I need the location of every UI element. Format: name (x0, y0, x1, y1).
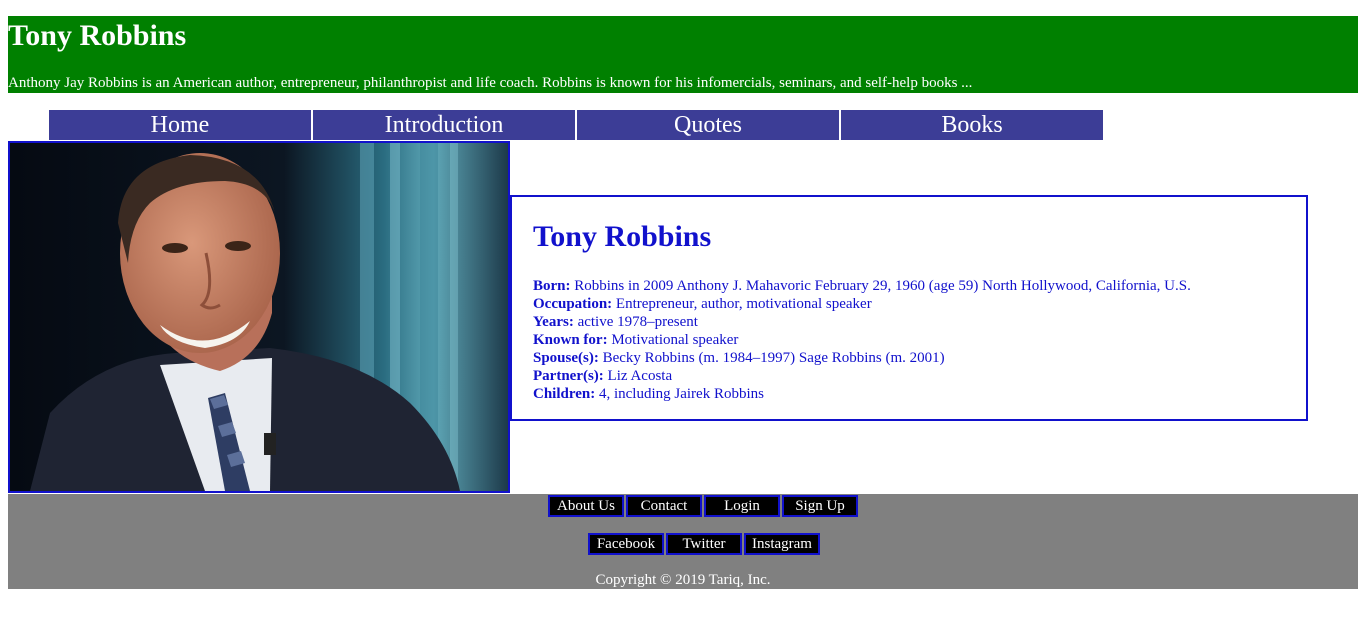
facebook-link[interactable]: Facebook (588, 533, 664, 555)
site-header: Tony Robbins Anthony Jay Robbins is an A… (8, 16, 1358, 93)
fact-value: 4, including Jairek Robbins (595, 386, 764, 402)
fact-value: Becky Robbins (m. 1984–1997) Sage Robbin… (598, 350, 945, 366)
twitter-link[interactable]: Twitter (666, 533, 742, 555)
fact-label: Partner(s): (533, 368, 604, 384)
fact-born: Born: Robbins in 2009 Anthony J. Mahavor… (533, 277, 1191, 295)
nav-introduction[interactable]: Introduction (313, 110, 575, 140)
profile-photo (8, 141, 510, 493)
fact-value: active 1978–present (573, 314, 698, 330)
fact-value: Motivational speaker (607, 332, 739, 348)
fact-label: Born: (533, 278, 571, 294)
about-us-link[interactable]: About Us (548, 495, 624, 517)
site-footer: About Us Contact Login Sign Up Facebook … (8, 494, 1358, 589)
fact-label: Children: (533, 386, 596, 402)
fact-value: Entrepreneur, author, motivational speak… (612, 296, 872, 312)
fact-years: Years: active 1978–present (533, 313, 1191, 331)
nav-home[interactable]: Home (49, 110, 311, 140)
profile-name: Tony Robbins (533, 220, 712, 253)
contact-link[interactable]: Contact (626, 495, 702, 517)
portrait-image (10, 143, 508, 491)
fact-children: Children: 4, including Jairek Robbins (533, 385, 1191, 403)
fact-partners: Partner(s): Liz Acosta (533, 367, 1191, 385)
instagram-link[interactable]: Instagram (744, 533, 820, 555)
copyright-text: Copyright © 2019 Tariq, Inc. (595, 572, 771, 588)
fact-label: Occupation: (533, 296, 613, 312)
login-link[interactable]: Login (704, 495, 780, 517)
site-tagline: Anthony Jay Robbins is an American autho… (8, 75, 973, 91)
fact-label: Spouse(s): (533, 350, 599, 366)
site-title: Tony Robbins (8, 19, 187, 52)
fact-label: Known for: (533, 332, 608, 348)
nav-quotes[interactable]: Quotes (577, 110, 839, 140)
fact-known-for: Known for: Motivational speaker (533, 331, 1191, 349)
fact-value: Liz Acosta (603, 368, 673, 384)
fact-label: Years: (533, 314, 574, 330)
info-box: Tony Robbins Born: Robbins in 2009 Antho… (510, 195, 1308, 421)
facts-list: Born: Robbins in 2009 Anthony J. Mahavor… (533, 277, 1191, 403)
fact-occupation: Occupation: Entrepreneur, author, motiva… (533, 295, 1191, 313)
fact-value: Robbins in 2009 Anthony J. Mahavoric Feb… (570, 278, 1191, 294)
fact-spouses: Spouse(s): Becky Robbins (m. 1984–1997) … (533, 349, 1191, 367)
sign-up-link[interactable]: Sign Up (782, 495, 858, 517)
nav-books[interactable]: Books (841, 110, 1103, 140)
